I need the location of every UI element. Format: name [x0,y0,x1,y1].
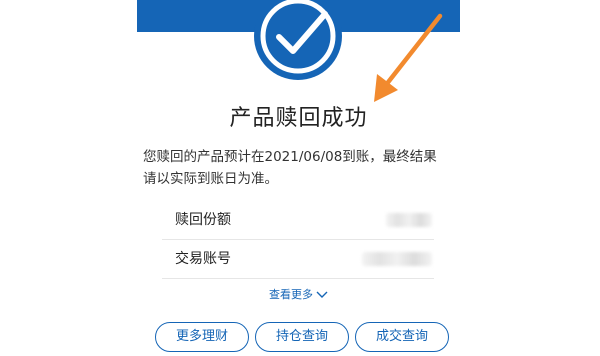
chevron-down-icon [316,291,328,298]
detail-label: 交易账号 [175,251,231,267]
detail-label: 赎回份额 [175,212,231,228]
result-description: 您赎回的产品预计在2021/06/08到账，最终结果请以实际到账日为准。 [143,149,437,187]
positions-query-button[interactable]: 持仓查询 [255,322,349,352]
see-more-link[interactable]: 查看更多 [137,286,460,302]
detail-row-redeem-shares: 赎回份额 [162,201,434,240]
more-finance-button[interactable]: 更多理财 [155,322,249,352]
detail-row-trade-account: 交易账号 [162,240,434,279]
redacted-value [386,213,432,227]
success-check-icon [254,0,342,80]
arrow-icon [374,13,443,102]
trades-query-button[interactable]: 成交查询 [355,322,449,352]
see-more-label: 查看更多 [269,288,313,301]
redacted-value [362,252,432,266]
